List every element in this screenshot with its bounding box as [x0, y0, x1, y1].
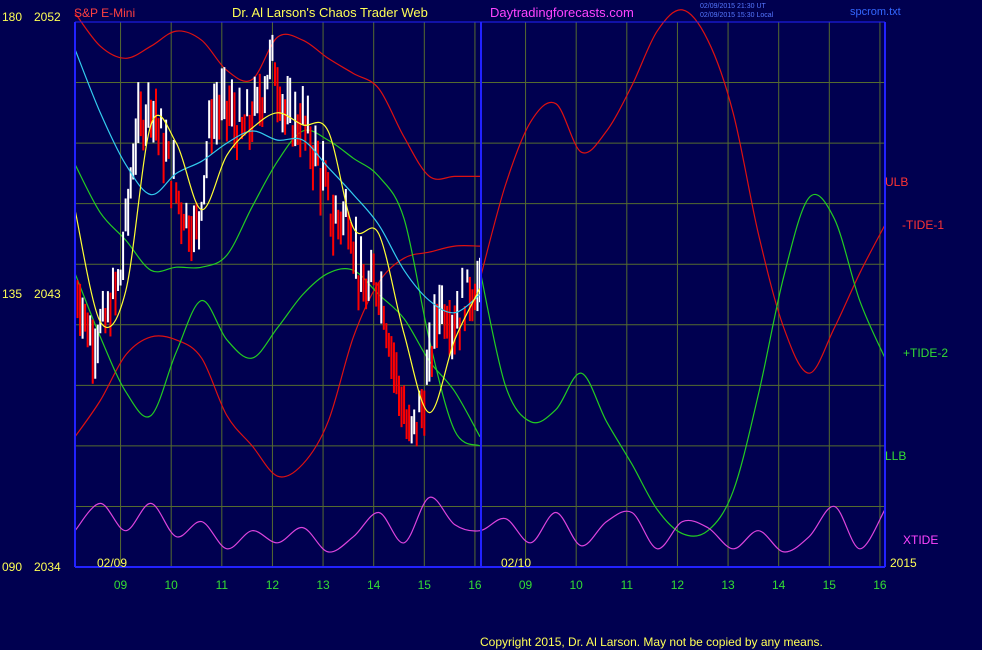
hour-tick-label: 16 — [873, 578, 887, 592]
hour-tick-label: 12 — [266, 578, 280, 592]
instrument-label: S&P E-Mini — [74, 6, 135, 20]
copyright-notice: Copyright 2015, Dr. Al Larson. May not b… — [480, 635, 823, 649]
hour-tick-label: 10 — [570, 578, 584, 592]
site-link[interactable]: Daytradingforecasts.com — [490, 5, 634, 20]
hour-tick-label: 14 — [772, 578, 786, 592]
file-label: spcrom.txt — [850, 6, 901, 18]
hour-tick-label: 14 — [367, 578, 381, 592]
y-right-bottom: 2034 — [34, 560, 61, 574]
y-right-mid: 2043 — [34, 287, 61, 301]
label-llb: LLB — [885, 449, 906, 463]
year-label: 2015 — [890, 556, 917, 570]
hour-tick-label: 09 — [114, 578, 128, 592]
y-left-bottom: 090 — [2, 560, 22, 574]
y-left-top: 180 — [2, 10, 22, 24]
date-label-2: 02/10 — [501, 556, 531, 570]
label-xtide: XTIDE — [903, 533, 938, 547]
label-tide1: -TIDE-1 — [902, 218, 944, 232]
chaos-chart: S&P E-Mini Dr. Al Larson's Chaos Trader … — [0, 0, 982, 650]
timestamp-local: 02/09/2015 15:30 Local — [700, 12, 774, 19]
hour-tick-label: 16 — [468, 578, 482, 592]
hour-tick-label: 10 — [165, 578, 179, 592]
label-tide2: +TIDE-2 — [903, 346, 948, 360]
date-label-1: 02/09 — [97, 556, 127, 570]
hour-tick-label: 11 — [216, 578, 229, 592]
hour-tick-label: 13 — [316, 578, 330, 592]
timestamp-utc: 02/09/2015 21:30 UT — [700, 3, 766, 10]
hour-tick-label: 09 — [519, 578, 533, 592]
hour-tick-label: 11 — [621, 578, 634, 592]
hour-tick-label: 13 — [721, 578, 735, 592]
y-left-mid: 135 — [2, 287, 22, 301]
label-ulb: ULB — [885, 175, 908, 189]
hour-tick-label: 12 — [671, 578, 685, 592]
hour-tick-label: 15 — [418, 578, 432, 592]
hour-tick-label: 15 — [823, 578, 837, 592]
y-right-top: 2052 — [34, 10, 61, 24]
chart-title: Dr. Al Larson's Chaos Trader Web — [232, 5, 428, 20]
